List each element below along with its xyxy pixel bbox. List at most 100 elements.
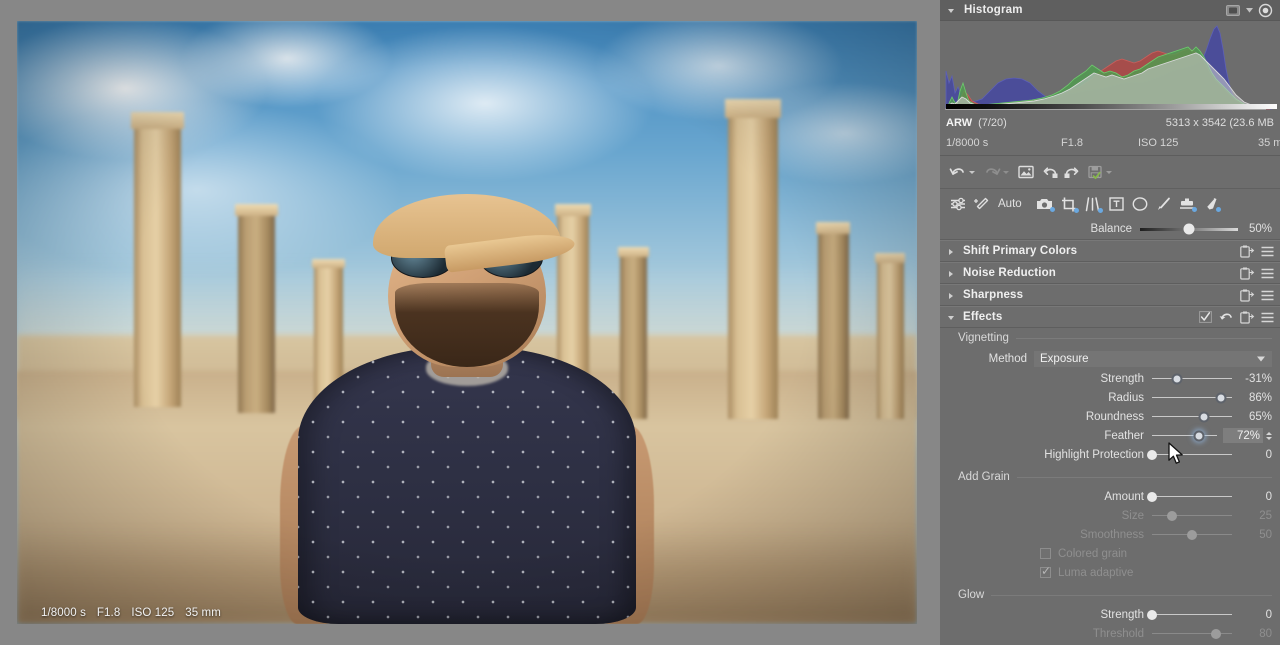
section-menu-icon[interactable] — [1261, 268, 1274, 279]
slider-row-strength[interactable]: Strength -31% — [940, 369, 1280, 388]
copy-settings-icon[interactable] — [1240, 267, 1255, 280]
slider-track-wrap[interactable] — [1152, 407, 1232, 426]
text-tool[interactable] — [1108, 197, 1124, 211]
slider-knob[interactable] — [1211, 628, 1221, 639]
chevron-down-icon[interactable] — [948, 313, 957, 322]
slider-value[interactable]: 0 — [1232, 491, 1272, 503]
eraser-tool[interactable] — [1203, 197, 1221, 212]
section-menu-icon[interactable] — [1261, 290, 1274, 301]
luma-adaptive-checkbox[interactable] — [1040, 564, 1051, 578]
chevron-down-icon[interactable] — [1257, 356, 1265, 362]
slider-track-wrap[interactable] — [1147, 445, 1232, 464]
slider-row-grain-size[interactable]: Size 25 — [940, 506, 1280, 525]
section-menu-icon[interactable] — [1261, 312, 1274, 323]
copy-settings-icon[interactable] — [1240, 289, 1255, 302]
slider-track-wrap[interactable] — [1152, 426, 1217, 445]
slider-row-highlight-protection[interactable]: Highlight Protection 0 — [940, 445, 1280, 464]
slider-row-radius[interactable]: Radius 86% — [940, 388, 1280, 407]
enable-section-checkbox[interactable] — [1199, 311, 1212, 323]
slider-track-wrap[interactable] — [1147, 605, 1232, 624]
slider-track-wrap[interactable] — [1152, 506, 1232, 525]
balance-slider-knob[interactable] — [1183, 223, 1195, 235]
ellipse-mask-tool[interactable] — [1132, 197, 1148, 211]
brush-tool[interactable] — [1156, 197, 1171, 211]
vignetting-method-row[interactable]: Method Exposure — [940, 349, 1280, 369]
color-picker-icon[interactable] — [1258, 3, 1273, 17]
slider-knob[interactable] — [1167, 510, 1177, 521]
photo-canvas[interactable]: 1/8000 s F1.8 ISO 125 35 mm — [17, 21, 917, 624]
slider-track-wrap[interactable] — [1152, 525, 1232, 544]
section-sharpness[interactable]: Sharpness — [940, 284, 1280, 306]
balance-slider-track[interactable] — [1140, 223, 1238, 235]
slider-row-grain-smoothness[interactable]: Smoothness 50 — [940, 525, 1280, 544]
balance-label: Balance — [1090, 223, 1132, 235]
slider-value[interactable]: 86% — [1232, 392, 1272, 404]
section-effects[interactable]: Effects — [940, 306, 1280, 328]
copy-adjustments-button[interactable] — [1043, 165, 1059, 179]
adjustments-tool[interactable] — [950, 197, 966, 211]
balance-slider-row[interactable]: Balance 50% — [940, 219, 1280, 240]
method-dropdown[interactable]: Exposure — [1034, 351, 1272, 367]
slider-value[interactable]: -31% — [1232, 373, 1272, 385]
auto-label[interactable]: Auto — [998, 198, 1022, 210]
slider-row-glow-threshold[interactable]: Threshold 80 — [940, 624, 1280, 643]
exposure-warning-icon[interactable] — [1226, 4, 1240, 16]
chevron-right-icon[interactable] — [948, 291, 957, 300]
slider-track-wrap[interactable] — [1152, 388, 1232, 407]
reset-image-button[interactable] — [1018, 165, 1034, 179]
slider-track-wrap[interactable] — [1152, 624, 1232, 643]
undo-dropdown-caret[interactable] — [969, 170, 975, 174]
slider-row-glow-strength[interactable]: Strength 0 — [940, 605, 1280, 624]
slider-value[interactable]: 65% — [1232, 411, 1272, 423]
chevron-down-icon[interactable] — [1246, 7, 1253, 13]
slider-knob[interactable] — [1171, 373, 1183, 384]
slider-knob[interactable] — [1147, 609, 1157, 620]
keystone-tool[interactable] — [1085, 196, 1103, 213]
section-menu-icon[interactable] — [1261, 246, 1274, 257]
reset-section-icon[interactable] — [1219, 311, 1233, 323]
copy-settings-icon[interactable] — [1240, 311, 1255, 324]
undo-button[interactable] — [949, 165, 966, 179]
slider-knob[interactable] — [1193, 430, 1205, 441]
slider-value[interactable]: 0 — [1232, 609, 1272, 621]
slider-value-input[interactable]: 72% — [1223, 428, 1263, 443]
section-noise-reduction[interactable]: Noise Reduction — [940, 262, 1280, 284]
apply-adjustments-button[interactable] — [1063, 165, 1079, 179]
save-button[interactable] — [1088, 165, 1103, 180]
slider-row-feather[interactable]: Feather 72% — [940, 426, 1280, 445]
slider-knob[interactable] — [1198, 411, 1210, 422]
chevron-right-icon[interactable] — [948, 269, 957, 278]
chevron-down-icon[interactable] — [948, 6, 957, 15]
slider-row-grain-amount[interactable]: Amount 0 — [940, 487, 1280, 506]
slider-knob[interactable] — [1215, 392, 1227, 403]
slider-knob[interactable] — [1187, 529, 1197, 540]
slider-value[interactable]: 80 — [1232, 628, 1272, 640]
slider-value[interactable]: 25 — [1232, 510, 1272, 522]
stepper-down-icon[interactable] — [1266, 436, 1272, 440]
crop-tool[interactable] — [1061, 197, 1079, 213]
copy-settings-icon[interactable] — [1240, 245, 1255, 258]
slider-value[interactable]: 50 — [1232, 529, 1272, 541]
redo-button[interactable] — [984, 165, 1001, 179]
slider-track-wrap[interactable] — [1147, 487, 1232, 506]
stepper-up-icon[interactable] — [1266, 431, 1272, 435]
slider-value[interactable]: 0 — [1232, 449, 1272, 461]
slider-knob[interactable] — [1147, 449, 1157, 460]
checkbox-row-luma-adaptive[interactable]: Luma adaptive — [940, 563, 1280, 582]
histogram-chart[interactable] — [940, 21, 1280, 111]
auto-adjust-tool[interactable] — [974, 197, 989, 211]
redo-dropdown-caret[interactable] — [1003, 170, 1009, 174]
gradient-tool[interactable] — [1179, 197, 1197, 212]
section-shift-primary-colors[interactable]: Shift Primary Colors — [940, 240, 1280, 262]
colored-grain-checkbox[interactable] — [1040, 548, 1051, 559]
chevron-right-icon[interactable] — [948, 247, 957, 256]
slider-track-wrap[interactable] — [1152, 369, 1232, 388]
save-dropdown-caret[interactable] — [1106, 170, 1112, 174]
slider-knob[interactable] — [1147, 491, 1157, 502]
white-balance-tool[interactable] — [1036, 197, 1055, 212]
image-viewer[interactable]: 1/8000 s F1.8 ISO 125 35 mm — [0, 0, 940, 645]
slider-row-roundness[interactable]: Roundness 65% — [940, 407, 1280, 426]
histogram-panel-header[interactable]: Histogram — [940, 0, 1280, 21]
checkbox-row-colored-grain[interactable]: Colored grain — [940, 544, 1280, 563]
slider-stepper[interactable] — [1266, 431, 1272, 440]
